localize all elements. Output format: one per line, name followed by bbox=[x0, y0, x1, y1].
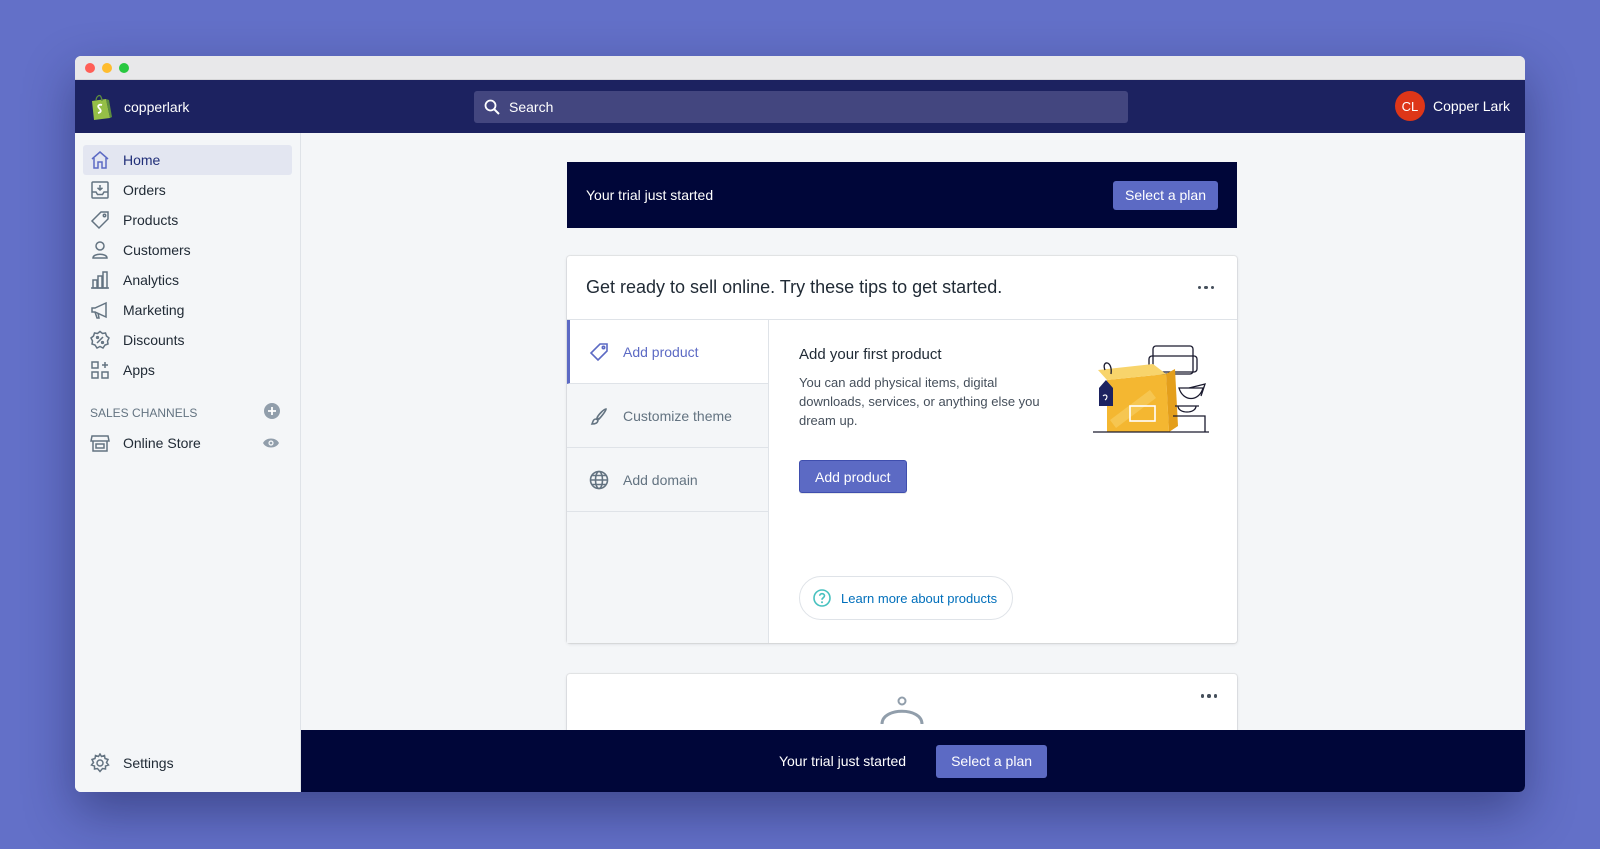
sidebar-item-customers[interactable]: Customers bbox=[83, 235, 292, 265]
main-content: Your trial just started Select a plan Ge… bbox=[301, 133, 1525, 792]
sidebar-item-analytics[interactable]: Analytics bbox=[83, 265, 292, 295]
tab-label: Add domain bbox=[623, 471, 698, 488]
trial-banner-text: Your trial just started bbox=[586, 187, 714, 203]
tips-card-title: Get ready to sell online. Try these tips… bbox=[586, 277, 1003, 297]
tab-add-domain[interactable]: Add domain bbox=[567, 448, 768, 512]
sidebar-item-label: Marketing bbox=[123, 302, 185, 318]
more-options-icon[interactable] bbox=[1197, 690, 1222, 702]
tag-icon bbox=[89, 209, 111, 231]
bottom-trial-text: Your trial just started bbox=[778, 753, 907, 769]
tip-panel: Add your first product You can add physi… bbox=[799, 346, 1059, 493]
search-input[interactable]: Search bbox=[474, 91, 1128, 123]
search-icon bbox=[484, 99, 500, 115]
sidebar-item-products[interactable]: Products bbox=[83, 205, 292, 235]
eye-icon[interactable] bbox=[262, 437, 280, 449]
tab-label: Add product bbox=[623, 343, 699, 360]
tab-label: Customize theme bbox=[623, 407, 732, 424]
sidebar-item-marketing[interactable]: Marketing bbox=[83, 295, 292, 325]
brand[interactable]: copperlark bbox=[75, 94, 475, 120]
product-illustration bbox=[1093, 344, 1209, 439]
tag-icon bbox=[589, 342, 611, 362]
store-icon bbox=[89, 432, 111, 454]
add-product-button[interactable]: Add product bbox=[799, 460, 907, 493]
tips-tabs: Add product Customize theme Add domain bbox=[567, 320, 769, 643]
shopify-logo-icon bbox=[90, 94, 112, 120]
sidebar-item-label: Settings bbox=[123, 755, 174, 771]
globe-icon bbox=[589, 470, 611, 490]
discount-icon bbox=[89, 329, 111, 351]
orders-icon bbox=[89, 179, 111, 201]
person-icon bbox=[89, 239, 111, 261]
tab-customize-theme[interactable]: Customize theme bbox=[567, 384, 768, 448]
avatar: CL bbox=[1394, 91, 1425, 121]
store-name: copperlark bbox=[124, 98, 190, 115]
add-channel-icon[interactable] bbox=[264, 403, 280, 422]
sidebar-item-label: Orders bbox=[123, 182, 166, 198]
gear-icon bbox=[89, 752, 111, 774]
user-name: Copper Lark bbox=[1432, 98, 1510, 114]
sidebar-item-discounts[interactable]: Discounts bbox=[83, 325, 292, 355]
maximize-window-button[interactable] bbox=[119, 62, 129, 73]
top-bar: copperlark Search CL Copper Lark bbox=[75, 80, 1525, 133]
sales-channels-header: SALES CHANNELS bbox=[90, 403, 280, 422]
sidebar-item-orders[interactable]: Orders bbox=[83, 175, 292, 205]
megaphone-icon bbox=[89, 299, 111, 321]
apps-icon bbox=[89, 359, 111, 381]
sidebar-item-label: Home bbox=[123, 152, 161, 168]
more-options-icon[interactable] bbox=[1194, 282, 1219, 294]
tips-card-header: Get ready to sell online. Try these tips… bbox=[567, 256, 1237, 320]
sidebar-item-label: Products bbox=[123, 212, 179, 228]
settings-section: Settings bbox=[75, 748, 300, 778]
search-placeholder: Search bbox=[509, 99, 554, 115]
tip-panel-description: You can add physical items, digital down… bbox=[799, 375, 1040, 428]
sidebar-item-label: Analytics bbox=[123, 272, 180, 288]
timer-illustration-icon bbox=[877, 694, 927, 729]
minimize-window-button[interactable] bbox=[102, 62, 112, 73]
help-icon bbox=[813, 589, 831, 607]
bottom-trial-bar: Your trial just started Select a plan bbox=[301, 730, 1525, 792]
sidebar-item-apps[interactable]: Apps bbox=[83, 355, 292, 385]
user-menu[interactable]: CL Copper Lark bbox=[1394, 91, 1510, 121]
sidebar-item-label: Customers bbox=[123, 242, 191, 258]
sidebar-item-label: Apps bbox=[123, 362, 155, 378]
window-chrome bbox=[75, 56, 1525, 80]
sidebar-item-home[interactable]: Home bbox=[83, 145, 292, 175]
bar-chart-icon bbox=[89, 269, 111, 291]
learn-more-link[interactable]: Learn more about products bbox=[799, 576, 1014, 620]
trial-banner: Your trial just started Select a plan bbox=[567, 162, 1237, 228]
sidebar: Home Orders Products Customers Analytics… bbox=[75, 133, 301, 792]
tip-panel-title: Add your first product bbox=[799, 346, 942, 363]
browser-window: copperlark Search CL Copper Lark Home Or… bbox=[75, 56, 1525, 792]
section-title: SALES CHANNELS bbox=[90, 405, 198, 420]
sidebar-item-settings[interactable]: Settings bbox=[83, 748, 292, 778]
sidebar-item-label: Discounts bbox=[123, 332, 185, 348]
home-icon bbox=[89, 149, 111, 171]
brush-icon bbox=[589, 406, 611, 426]
select-plan-button[interactable]: Select a plan bbox=[936, 744, 1048, 778]
tips-card: Get ready to sell online. Try these tips… bbox=[567, 256, 1237, 643]
sidebar-nav: Home Orders Products Customers Analytics… bbox=[75, 133, 300, 385]
select-plan-button[interactable]: Select a plan bbox=[1113, 180, 1218, 210]
tab-add-product[interactable]: Add product bbox=[567, 320, 768, 384]
learn-more-label: Learn more about products bbox=[841, 590, 998, 606]
close-window-button[interactable] bbox=[85, 62, 95, 73]
sidebar-item-online-store[interactable]: Online Store bbox=[83, 428, 292, 458]
sidebar-item-label: Online Store bbox=[123, 435, 201, 451]
